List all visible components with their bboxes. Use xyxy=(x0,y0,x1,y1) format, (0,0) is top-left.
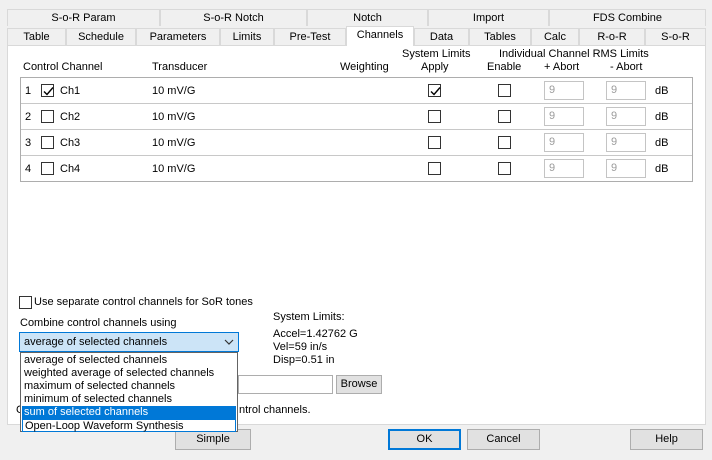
row-index: 3 xyxy=(25,137,32,149)
tab-calc[interactable]: Calc xyxy=(531,28,579,45)
apply-checkbox[interactable] xyxy=(428,84,441,97)
tab-r-o-r[interactable]: R-o-R xyxy=(579,28,645,45)
enable-checkbox[interactable] xyxy=(498,136,511,149)
transducer-value: 10 mV/G xyxy=(152,137,196,149)
system-limits-title: System Limits: xyxy=(273,311,345,323)
table-row: 4 Ch4 10 mV/G 9 9 dB xyxy=(21,156,692,182)
enable-checkbox[interactable] xyxy=(498,110,511,123)
minus-abort-field[interactable]: 9 xyxy=(606,133,646,152)
channel-select-checkbox[interactable] xyxy=(41,84,54,97)
tab-limits[interactable]: Limits xyxy=(220,28,274,45)
header-individual-rms: Individual Channel RMS Limits xyxy=(499,48,649,60)
channel-name: Ch2 xyxy=(60,111,81,123)
tab-schedule[interactable]: Schedule xyxy=(66,28,136,45)
header-plus-abort: + Abort xyxy=(544,61,580,73)
combine-select[interactable]: average of selected channels xyxy=(19,332,239,352)
enable-checkbox[interactable] xyxy=(498,162,511,175)
cancel-button[interactable]: Cancel xyxy=(467,429,540,450)
plus-abort-field[interactable]: 9 xyxy=(544,159,584,178)
row-index: 2 xyxy=(25,111,32,123)
row-index: 1 xyxy=(25,85,32,97)
tab-pre-test[interactable]: Pre-Test xyxy=(274,28,346,45)
channel-name: Ch1 xyxy=(60,85,81,97)
plus-abort-field[interactable]: 9 xyxy=(544,133,584,152)
enable-checkbox[interactable] xyxy=(498,84,511,97)
check-icon xyxy=(430,87,441,96)
unit-label: dB xyxy=(655,137,669,149)
combine-option[interactable]: Open-Loop Waveform Synthesis xyxy=(22,419,236,432)
table-row: 3 Ch3 10 mV/G 9 9 dB xyxy=(21,130,692,156)
browse-button[interactable]: Browse xyxy=(336,375,382,394)
check-icon xyxy=(43,87,54,96)
chevron-down-icon xyxy=(224,337,234,350)
row-index: 4 xyxy=(25,163,32,175)
tab-data[interactable]: Data xyxy=(414,28,469,45)
header-enable: Enable xyxy=(487,61,522,73)
tab-sor-param[interactable]: S-o-R Param xyxy=(7,9,160,26)
system-limits-vel: Vel=59 in/s xyxy=(273,341,328,353)
combine-option[interactable]: average of selected channels xyxy=(22,354,236,367)
channel-select-checkbox[interactable] xyxy=(41,110,54,123)
simple-button[interactable]: Simple xyxy=(175,429,251,450)
transducer-value: 10 mV/G xyxy=(152,85,196,97)
unit-label: dB xyxy=(655,163,669,175)
plus-abort-field[interactable]: 9 xyxy=(544,107,584,126)
unit-label: dB xyxy=(655,85,669,97)
tab-s-o-r[interactable]: S-o-R xyxy=(645,28,706,45)
header-system-limits: System Limits xyxy=(402,48,471,60)
combine-options-list: average of selected channels weighted av… xyxy=(20,352,238,432)
channel-select-checkbox[interactable] xyxy=(41,136,54,149)
separate-control-label: Use separate control channels for SoR to… xyxy=(34,296,253,308)
combine-option-highlighted[interactable]: sum of selected channels xyxy=(22,406,236,419)
transducer-value: 10 mV/G xyxy=(152,111,196,123)
help-button[interactable]: Help xyxy=(630,429,703,450)
header-control-channel: Control Channel xyxy=(23,61,103,73)
plus-abort-field[interactable]: 9 xyxy=(544,81,584,100)
combine-option[interactable]: minimum of selected channels xyxy=(22,393,236,406)
minus-abort-field[interactable]: 9 xyxy=(606,107,646,126)
minus-abort-field[interactable]: 9 xyxy=(606,159,646,178)
tab-tables[interactable]: Tables xyxy=(469,28,531,45)
header-apply: Apply xyxy=(421,61,449,73)
header-transducer: Transducer xyxy=(152,61,208,73)
header-weighting: Weighting xyxy=(340,61,389,73)
tab-fds-combine[interactable]: FDS Combine xyxy=(549,9,706,26)
minus-abort-field[interactable]: 9 xyxy=(606,81,646,100)
tab-sor-notch[interactable]: S-o-R Notch xyxy=(160,9,307,26)
system-limits-accel: Accel=1.42762 G xyxy=(273,328,358,340)
tab-import[interactable]: Import xyxy=(428,9,549,26)
system-limits-disp: Disp=0.51 in xyxy=(273,354,335,366)
channel-select-checkbox[interactable] xyxy=(41,162,54,175)
channel-name: Ch4 xyxy=(60,163,81,175)
apply-checkbox[interactable] xyxy=(428,162,441,175)
channel-table: 1 Ch1 10 mV/G 9 9 dB 2 Ch2 10 mV/G 9 9 d… xyxy=(20,77,693,182)
combine-option[interactable]: maximum of selected channels xyxy=(22,380,236,393)
control-channels-note: ntrol channels. xyxy=(239,404,311,416)
separate-control-checkbox[interactable] xyxy=(19,296,32,309)
ok-button[interactable]: OK xyxy=(388,429,461,450)
header-minus-abort: - Abort xyxy=(610,61,643,73)
apply-checkbox[interactable] xyxy=(428,110,441,123)
table-row: 1 Ch1 10 mV/G 9 9 dB xyxy=(21,78,692,104)
file-path-input[interactable] xyxy=(238,375,333,394)
transducer-value: 10 mV/G xyxy=(152,163,196,175)
unit-label: dB xyxy=(655,111,669,123)
combine-selected-value: average of selected channels xyxy=(24,336,168,348)
combine-label: Combine control channels using xyxy=(20,317,177,329)
apply-checkbox[interactable] xyxy=(428,136,441,149)
table-row: 2 Ch2 10 mV/G 9 9 dB xyxy=(21,104,692,130)
channel-name: Ch3 xyxy=(60,137,81,149)
tab-table[interactable]: Table xyxy=(7,28,66,45)
tab-parameters[interactable]: Parameters xyxy=(136,28,220,45)
combine-option[interactable]: weighted average of selected channels xyxy=(22,367,236,380)
tab-channels[interactable]: Channels xyxy=(346,26,414,46)
tab-notch[interactable]: Notch xyxy=(307,9,428,26)
